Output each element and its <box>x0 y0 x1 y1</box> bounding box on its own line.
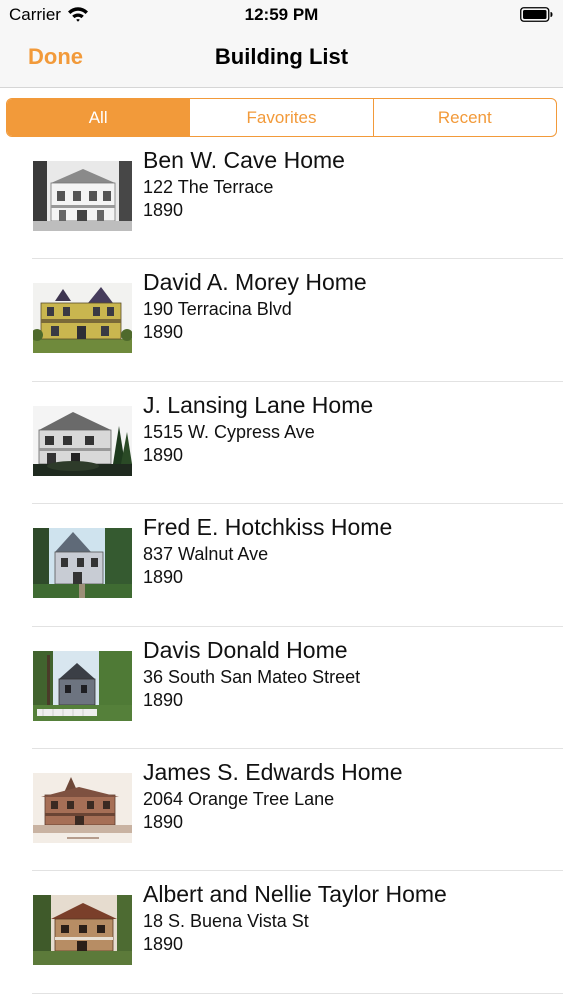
segment-all[interactable]: All <box>7 99 190 136</box>
building-name: Davis Donald Home <box>143 636 348 663</box>
list-item[interactable]: Fred E. Hotchkiss Home 837 Walnut Ave 18… <box>0 504 563 627</box>
building-address: 1515 W. Cypress Ave <box>143 421 315 442</box>
building-year: 1890 <box>143 444 184 465</box>
building-list: Ben W. Cave Home 122 The Terrace 1890 Da… <box>0 137 563 994</box>
building-name: Fred E. Hotchkiss Home <box>143 514 393 541</box>
list-item[interactable]: Ben W. Cave Home 122 The Terrace 1890 <box>0 137 563 260</box>
building-photo <box>33 405 132 476</box>
status-bar: Carrier 12:59 PM <box>0 0 563 30</box>
building-photo <box>33 895 132 966</box>
building-address: 837 Walnut Ave <box>143 544 269 565</box>
building-year: 1890 <box>143 322 184 343</box>
building-year: 1890 <box>143 811 184 832</box>
list-item[interactable]: David A. Morey Home 190 Terracina Blvd 1… <box>0 259 563 382</box>
list-item[interactable]: Davis Donald Home 36 South San Mateo Str… <box>0 627 563 749</box>
row-separator <box>32 992 563 994</box>
building-photo <box>33 283 132 354</box>
building-year: 1890 <box>143 689 184 710</box>
clock-time: 12:59 PM <box>244 5 319 24</box>
building-address: 2064 Orange Tree Lane <box>143 788 335 809</box>
list-item[interactable]: James S. Edwards Home 2064 Orange Tree L… <box>0 749 563 872</box>
segment-recent[interactable]: Recent <box>372 99 556 136</box>
list-item[interactable]: J. Lansing Lane Home 1515 W. Cypress Ave… <box>0 382 563 505</box>
building-name: David A. Morey Home <box>143 269 367 296</box>
building-photo <box>33 772 132 843</box>
building-photo <box>33 528 132 599</box>
building-name: James S. Edwards Home <box>143 758 403 785</box>
building-name: Albert and Nellie Taylor Home <box>143 881 447 908</box>
building-year: 1890 <box>143 200 184 220</box>
building-address: 18 S. Buena Vista St <box>143 911 309 932</box>
filter-segmented-control: All Favorites Recent <box>6 98 557 137</box>
building-address: 122 The Terrace <box>143 177 274 197</box>
list-item[interactable]: Albert and Nellie Taylor Home 18 S. Buen… <box>0 871 563 994</box>
building-photo <box>33 161 132 231</box>
building-address: 190 Terracina Blvd <box>143 299 292 320</box>
building-photo <box>33 650 132 721</box>
building-year: 1890 <box>143 567 184 588</box>
battery-icon <box>520 7 553 22</box>
building-name: Ben W. Cave Home <box>143 147 345 173</box>
segment-favorites[interactable]: Favorites <box>189 99 372 136</box>
navigation-bar: Done Building List <box>0 30 563 88</box>
page-title: Building List <box>214 44 349 69</box>
building-name: J. Lansing Lane Home <box>143 391 374 418</box>
building-year: 1890 <box>143 934 184 955</box>
building-address: 36 South San Mateo Street <box>143 666 361 687</box>
